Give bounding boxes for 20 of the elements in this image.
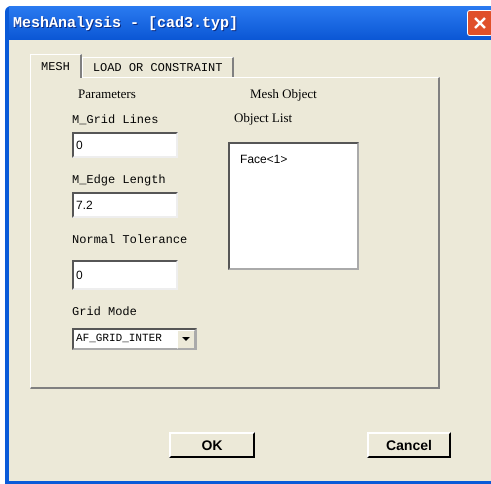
input-field[interactable]: 7.2: [72, 192, 178, 218]
field-label: M_Grid Lines: [72, 112, 160, 129]
list-label: Object List: [234, 110, 294, 127]
field-label: Grid Mode: [72, 304, 138, 321]
grid-mode-dropdown[interactable]: AF_GRID_INTER: [72, 328, 197, 350]
tab[interactable]: MESH: [30, 54, 82, 78]
input-field[interactable]: 0: [72, 132, 178, 158]
section-heading: Parameters: [78, 86, 137, 103]
cancel-button[interactable]: Cancel: [367, 432, 451, 458]
section-heading: Mesh Object: [250, 86, 318, 103]
close-icon[interactable]: [467, 10, 491, 36]
ok-button[interactable]: OK: [169, 432, 255, 458]
dropdown-arrow-icon: [182, 337, 190, 341]
input-field[interactable]: 0: [72, 260, 178, 290]
tab[interactable]: LOAD OR CONSTRAINT: [82, 57, 234, 77]
field-label: Normal Tolerance: [72, 232, 188, 249]
window-title: MeshAnalysis - [cad3.typ]: [13, 14, 238, 32]
list-item[interactable]: Face<1>: [240, 152, 357, 166]
object-list[interactable]: Face<1>: [228, 142, 359, 270]
field-label: M_Edge Length: [72, 172, 167, 189]
